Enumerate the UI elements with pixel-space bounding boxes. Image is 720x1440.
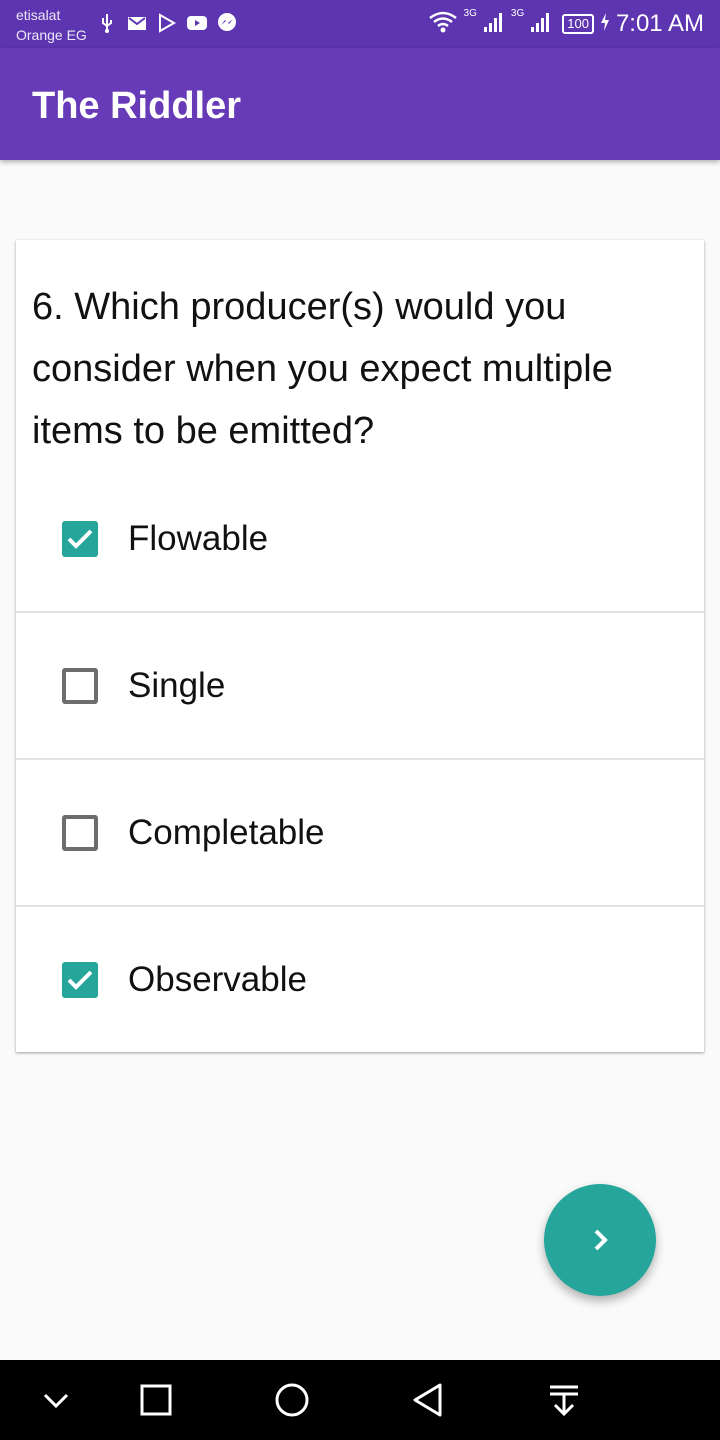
charging-icon: [600, 12, 610, 37]
option-flowable[interactable]: Flowable: [16, 466, 704, 612]
question-card: 6. Which producer(s) would you consider …: [16, 240, 704, 1052]
battery-indicator: 100: [562, 14, 594, 34]
option-observable[interactable]: Observable: [16, 905, 704, 1053]
notification-icons: [96, 12, 238, 34]
clock: 7:01 AM: [615, 10, 704, 37]
checkbox-unchecked[interactable]: [62, 815, 98, 851]
wifi-icon: [428, 10, 458, 39]
status-indicators: 3G 3G 100 7:01 AM: [428, 8, 704, 40]
messenger-icon: [216, 12, 238, 34]
app-bar: The Riddler: [0, 48, 720, 160]
usb-icon: [96, 12, 118, 34]
back-icon[interactable]: [408, 1380, 448, 1420]
carrier-network: Orange EG: [16, 27, 87, 43]
chevron-right-icon: [594, 1229, 608, 1251]
carrier-name: etisalat: [16, 7, 61, 23]
option-label: Observable: [128, 960, 307, 999]
checkmark-icon: [67, 970, 93, 990]
checkmark-icon: [67, 529, 93, 549]
collapse-icon[interactable]: [36, 1380, 76, 1420]
play-store-icon: [156, 12, 178, 34]
signal-3g-label-2: 3G: [510, 8, 525, 19]
option-label: Completable: [128, 813, 325, 852]
option-single[interactable]: Single: [16, 611, 704, 759]
checkbox-checked[interactable]: [62, 521, 98, 557]
app-title: The Riddler: [32, 85, 242, 127]
signal-bars-icon: [483, 11, 505, 38]
option-completable[interactable]: Completable: [16, 758, 704, 906]
question-text: 6. Which producer(s) would you consider …: [32, 286, 613, 452]
checkbox-unchecked[interactable]: [62, 668, 98, 704]
gmail-icon: [126, 12, 148, 34]
checkbox-checked[interactable]: [62, 962, 98, 998]
signal-bars-icon-2: [530, 11, 552, 38]
navigation-bar: [0, 1360, 720, 1440]
home-icon[interactable]: [272, 1380, 312, 1420]
status-bar: etisalat Orange EG 3G 3G 100 7:01 AM: [0, 0, 720, 48]
carrier-info: etisalat Orange EG: [16, 5, 87, 45]
youtube-icon: [186, 12, 208, 34]
recents-icon[interactable]: [136, 1380, 176, 1420]
next-button[interactable]: [544, 1184, 656, 1296]
signal-3g-label: 3G: [463, 8, 477, 19]
option-label: Flowable: [128, 519, 269, 558]
notification-pull-icon[interactable]: [544, 1380, 584, 1420]
option-label: Single: [128, 666, 226, 705]
